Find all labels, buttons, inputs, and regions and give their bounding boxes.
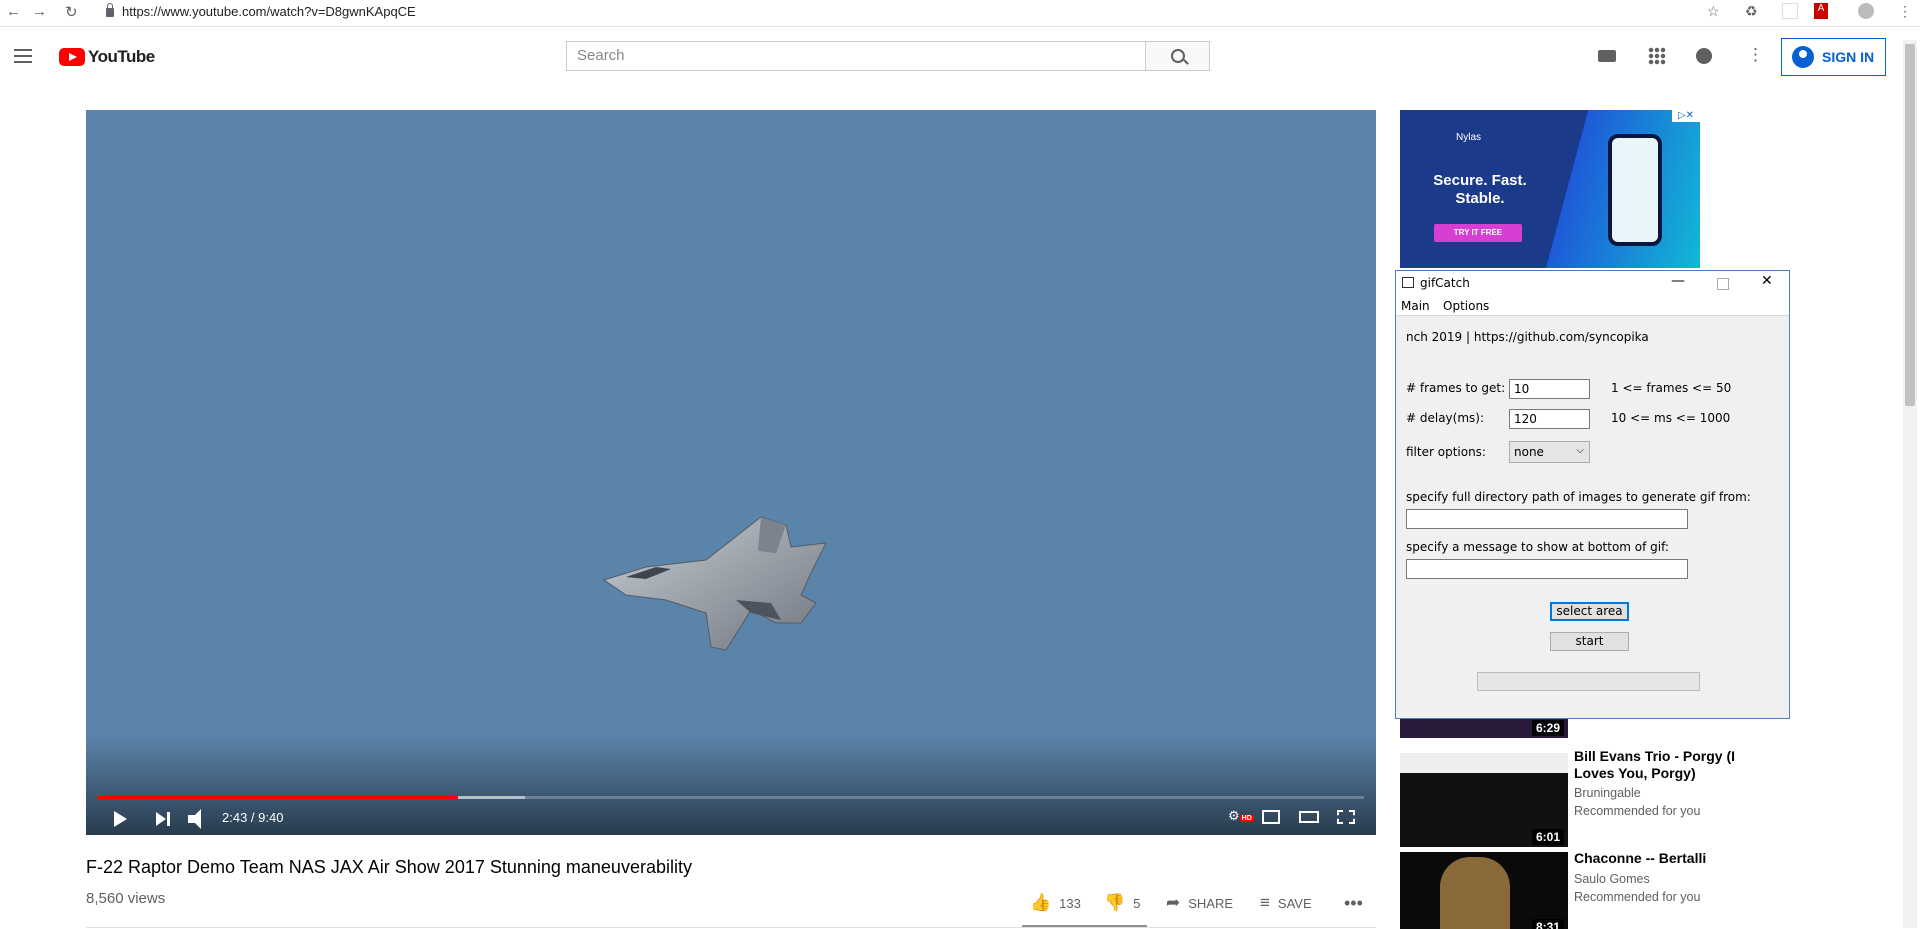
ad-cta-button[interactable]: TRY IT FREE (1434, 224, 1522, 242)
thumbs-up-icon: 👍 (1030, 893, 1052, 912)
star-icon[interactable]: ☆ (1707, 3, 1720, 20)
scrollbar-thumb[interactable] (1905, 44, 1915, 406)
f22-jet-image (602, 516, 827, 651)
related-title-3[interactable]: Chaconne -- Bertalli (1574, 850, 1779, 867)
close-icon[interactable]: ✕ (1761, 273, 1773, 289)
phone-illustration (1608, 134, 1662, 246)
video-player[interactable]: 2:43 / 9:40 ⚙ HD (86, 110, 1376, 835)
share-arrow-icon: ➦ (1166, 893, 1181, 912)
related-meta-2: Recommended for you (1574, 804, 1701, 818)
sign-in-button[interactable]: SIGN IN (1781, 38, 1886, 76)
related-thumbnail-3[interactable]: 8:31 (1400, 852, 1568, 929)
frames-input[interactable]: 10 (1509, 379, 1590, 399)
gifcatch-window: gifCatch — ✕ Main Options nch 2019 | htt… (1395, 270, 1790, 719)
address-bar[interactable]: https://www.youtube.com/watch?v=D8gwnKAp… (106, 2, 1706, 22)
filter-select[interactable]: none ⌵ (1509, 441, 1590, 463)
url-text: https://www.youtube.com/watch?v=D8gwnKAp… (122, 4, 416, 19)
ad-headline: Secure. Fast. Stable. (1433, 172, 1527, 207)
pdf-extension-icon[interactable]: A (1814, 3, 1828, 19)
start-button[interactable]: start (1550, 632, 1629, 651)
related-channel-3: Saulo Gomes (1574, 872, 1650, 886)
related-title-2[interactable]: Bill Evans Trio - Porgy (I Loves You, Po… (1574, 748, 1779, 782)
apps-grid-icon[interactable] (1648, 47, 1666, 65)
create-video-icon[interactable] (1598, 50, 1616, 62)
related-thumbnail-2[interactable]: 6:01 (1400, 753, 1568, 847)
hd-badge: HD (1239, 815, 1254, 822)
share-button[interactable]: ➦ SHARE (1166, 893, 1233, 913)
dislike-button[interactable]: 👎 5 (1104, 893, 1140, 913)
account-icon (1792, 46, 1814, 68)
duration-badge: 6:29 (1531, 720, 1564, 736)
menu-options[interactable]: Options (1443, 299, 1489, 313)
messages-icon[interactable] (1696, 48, 1712, 64)
reload-icon[interactable]: ↻ (65, 3, 78, 21)
search-icon (1171, 49, 1185, 63)
like-button[interactable]: 👍 133 (1030, 893, 1081, 913)
thumbs-down-icon: 👎 (1104, 893, 1126, 912)
time-display: 2:43 / 9:40 (222, 810, 284, 825)
frames-hint: 1 <= frames <= 50 (1611, 381, 1732, 395)
window-title: gifCatch (1420, 276, 1470, 290)
profile-icon[interactable] (1858, 3, 1874, 19)
duration-badge: 8:31 (1531, 919, 1564, 929)
save-button[interactable]: ≡ SAVE (1260, 893, 1312, 913)
ad-brand: Nylas (1456, 132, 1482, 143)
chevron-down-icon: ⌵ (1576, 445, 1584, 456)
forward-arrow-icon[interactable]: → (32, 3, 47, 20)
settings-gear-icon[interactable]: ⚙ HD (1228, 808, 1254, 824)
progress-bar (1477, 672, 1700, 691)
page-divider (86, 927, 1376, 928)
volume-icon[interactable] (188, 809, 201, 829)
extension-icon[interactable] (1782, 3, 1798, 19)
search-button[interactable] (1146, 41, 1210, 71)
add-to-playlist-icon: ≡ (1260, 893, 1270, 912)
related-channel-2: Bruningable (1574, 786, 1641, 800)
search-input[interactable]: Search (566, 41, 1146, 71)
browser-toolbar: ← → ↻ https://www.youtube.com/watch?v=D8… (0, 0, 1920, 27)
next-video-icon[interactable] (156, 812, 170, 826)
lock-icon (106, 3, 114, 17)
delay-label: # delay(ms): (1406, 411, 1485, 425)
view-count: 8,560 views (86, 890, 166, 907)
video-title: F-22 Raptor Demo Team NAS JAX Air Show 2… (86, 857, 692, 877)
miniplayer-icon[interactable] (1262, 810, 1280, 824)
gifcatch-app-icon (1402, 277, 1414, 288)
hamburger-menu-icon[interactable] (14, 49, 32, 63)
message-label: specify a message to show at bottom of g… (1406, 540, 1669, 554)
theater-mode-icon[interactable] (1299, 811, 1319, 823)
more-actions-icon[interactable]: ••• (1344, 893, 1363, 914)
played-progress (98, 796, 458, 799)
menu-main[interactable]: Main (1401, 299, 1430, 313)
display-ad[interactable]: Nylas Secure. Fast. Stable. TRY IT FREE … (1400, 110, 1700, 268)
recycle-extension-icon[interactable]: ♻ (1745, 3, 1758, 20)
fullscreen-icon[interactable] (1337, 810, 1355, 824)
credit-text: nch 2019 | https://github.com/syncopika (1406, 330, 1649, 344)
directory-input[interactable] (1406, 509, 1688, 529)
play-icon[interactable] (114, 811, 127, 827)
youtube-play-logo-icon (59, 48, 85, 66)
related-meta-3: Recommended for you (1574, 890, 1701, 904)
minimize-icon[interactable]: — (1671, 273, 1685, 289)
delay-hint: 10 <= ms <= 1000 (1611, 411, 1731, 425)
seek-bar[interactable] (98, 796, 1364, 799)
frames-label: # frames to get: (1406, 381, 1506, 395)
delay-input[interactable]: 120 (1509, 409, 1590, 429)
filter-label: filter options: (1406, 445, 1486, 459)
maximize-icon[interactable] (1717, 278, 1729, 290)
settings-dots-icon[interactable]: ⋮ (1747, 45, 1764, 65)
directory-label: specify full directory path of images to… (1406, 490, 1751, 504)
message-input[interactable] (1406, 559, 1688, 579)
back-arrow-icon[interactable]: ← (6, 3, 21, 20)
select-area-button[interactable]: select area (1550, 602, 1629, 621)
youtube-logo[interactable]: YouTube (59, 47, 155, 66)
menu-dots-icon[interactable]: ⋮ (1898, 3, 1912, 20)
duration-badge: 6:01 (1531, 829, 1564, 845)
ad-close-icon[interactable]: ▷✕ (1672, 110, 1700, 122)
